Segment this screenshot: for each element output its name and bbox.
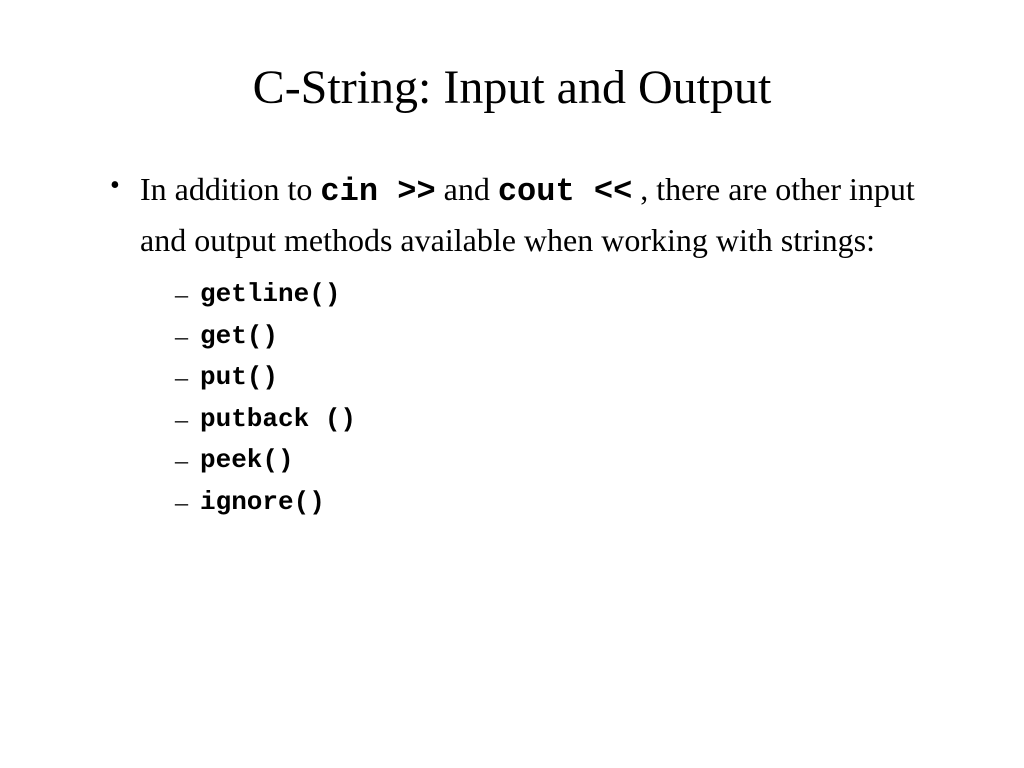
method-item: getline() [175,274,944,316]
method-item: put() [175,357,944,399]
code-cin: cin >> [320,173,435,210]
method-item: ignore() [175,482,944,524]
code-cout: cout << [498,173,632,210]
main-list: In addition to cin >> and cout << , ther… [80,165,944,524]
method-item: get() [175,316,944,358]
bullet-text-prefix: In addition to [140,171,320,207]
slide-title: C-String: Input and Output [80,60,944,115]
bullet-text-mid: and [436,171,498,207]
method-list: getline() get() put() putback () peek() … [140,274,944,524]
method-item: peek() [175,440,944,482]
main-bullet: In addition to cin >> and cout << , ther… [110,165,944,524]
method-item: putback () [175,399,944,441]
